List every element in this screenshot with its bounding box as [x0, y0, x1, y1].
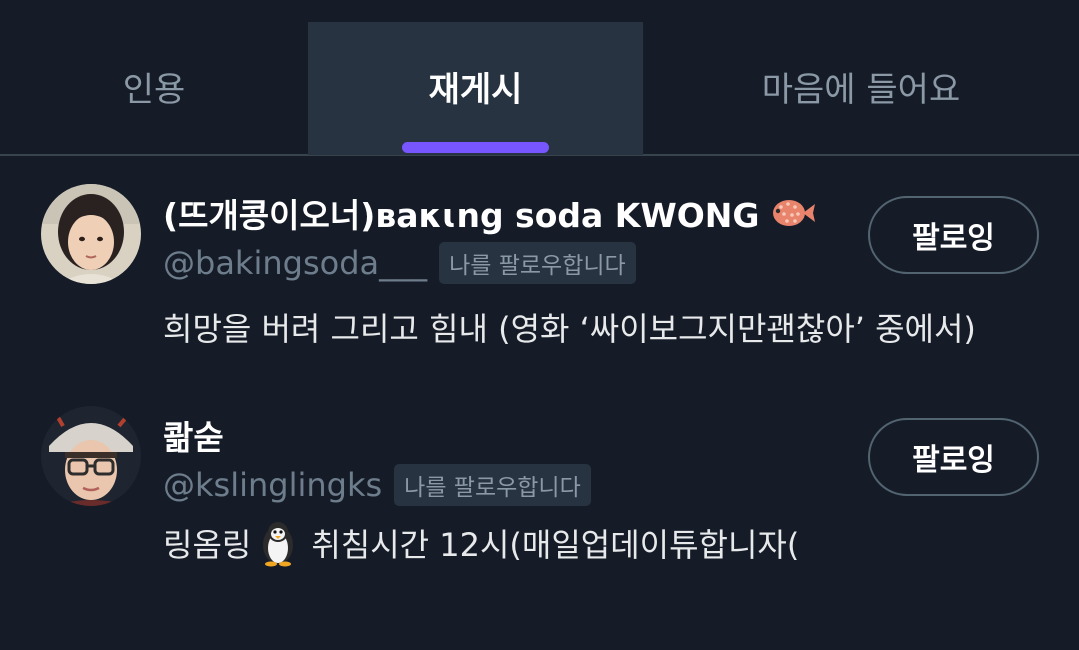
user-handle[interactable]: @kslinglingks — [163, 466, 382, 504]
blowfish-icon — [769, 195, 817, 231]
display-name[interactable]: 콺숟 — [163, 411, 224, 459]
tab-reposts[interactable]: 재게시 — [308, 22, 643, 155]
penguin-icon — [257, 519, 299, 567]
active-tab-indicator — [402, 142, 549, 153]
user-bio: 링옴링 취침시간 12시(매일업데이튜합니자( — [163, 519, 799, 567]
handle-line: @bakingsoda___ 나를 팔로우합니다 — [163, 242, 636, 284]
avatar[interactable] — [41, 406, 141, 506]
bio-text-end: 취침시간 12시(매일업데이튜합니자( — [311, 526, 800, 564]
display-name-text: 콺숟 — [163, 418, 224, 457]
retweets-screen: 인용 재게시 마음에 들어요 (뜨개콩이오너)ʙaκɩng soda KWONG… — [0, 0, 1079, 650]
tab-quotes[interactable]: 인용 — [0, 22, 308, 155]
bio-text-start: 링옴링 — [163, 526, 252, 564]
display-name[interactable]: (뜨개콩이오너)ʙaκɩng soda KWONG — [163, 189, 817, 237]
follows-you-badge: 나를 팔로우합니다 — [439, 242, 636, 284]
following-button[interactable]: 팔로잉 — [868, 196, 1039, 274]
tab-quotes-label: 인용 — [122, 70, 186, 110]
user-row[interactable]: 콺숟 @kslinglingks 나를 팔로우합니다 링옴링 취침시간 12시(… — [0, 392, 1079, 592]
avatar[interactable] — [41, 184, 141, 284]
display-name-text: (뜨개콩이오너)ʙaκɩng soda KWONG — [163, 196, 760, 235]
user-bio: 희망을 버려 그리고 힘내 (영화 ‘싸이보그지만괜찮아’ 중에서) — [163, 304, 976, 350]
follows-you-badge: 나를 팔로우합니다 — [394, 464, 591, 506]
bio-text: 희망을 버려 그리고 힘내 (영화 ‘싸이보그지만괜찮아’ 중에서) — [163, 310, 976, 348]
tab-bar: 인용 재게시 마음에 들어요 — [0, 0, 1079, 156]
tab-reposts-label: 재게시 — [428, 70, 523, 110]
user-row[interactable]: (뜨개콩이오너)ʙaκɩng soda KWONG @bakingsoda___ — [0, 172, 1079, 372]
tab-likes[interactable]: 마음에 들어요 — [643, 22, 1079, 155]
following-button[interactable]: 팔로잉 — [868, 418, 1039, 496]
tab-likes-label: 마음에 들어요 — [761, 70, 961, 110]
handle-line: @kslinglingks 나를 팔로우합니다 — [163, 464, 591, 506]
user-handle[interactable]: @bakingsoda___ — [163, 244, 427, 282]
